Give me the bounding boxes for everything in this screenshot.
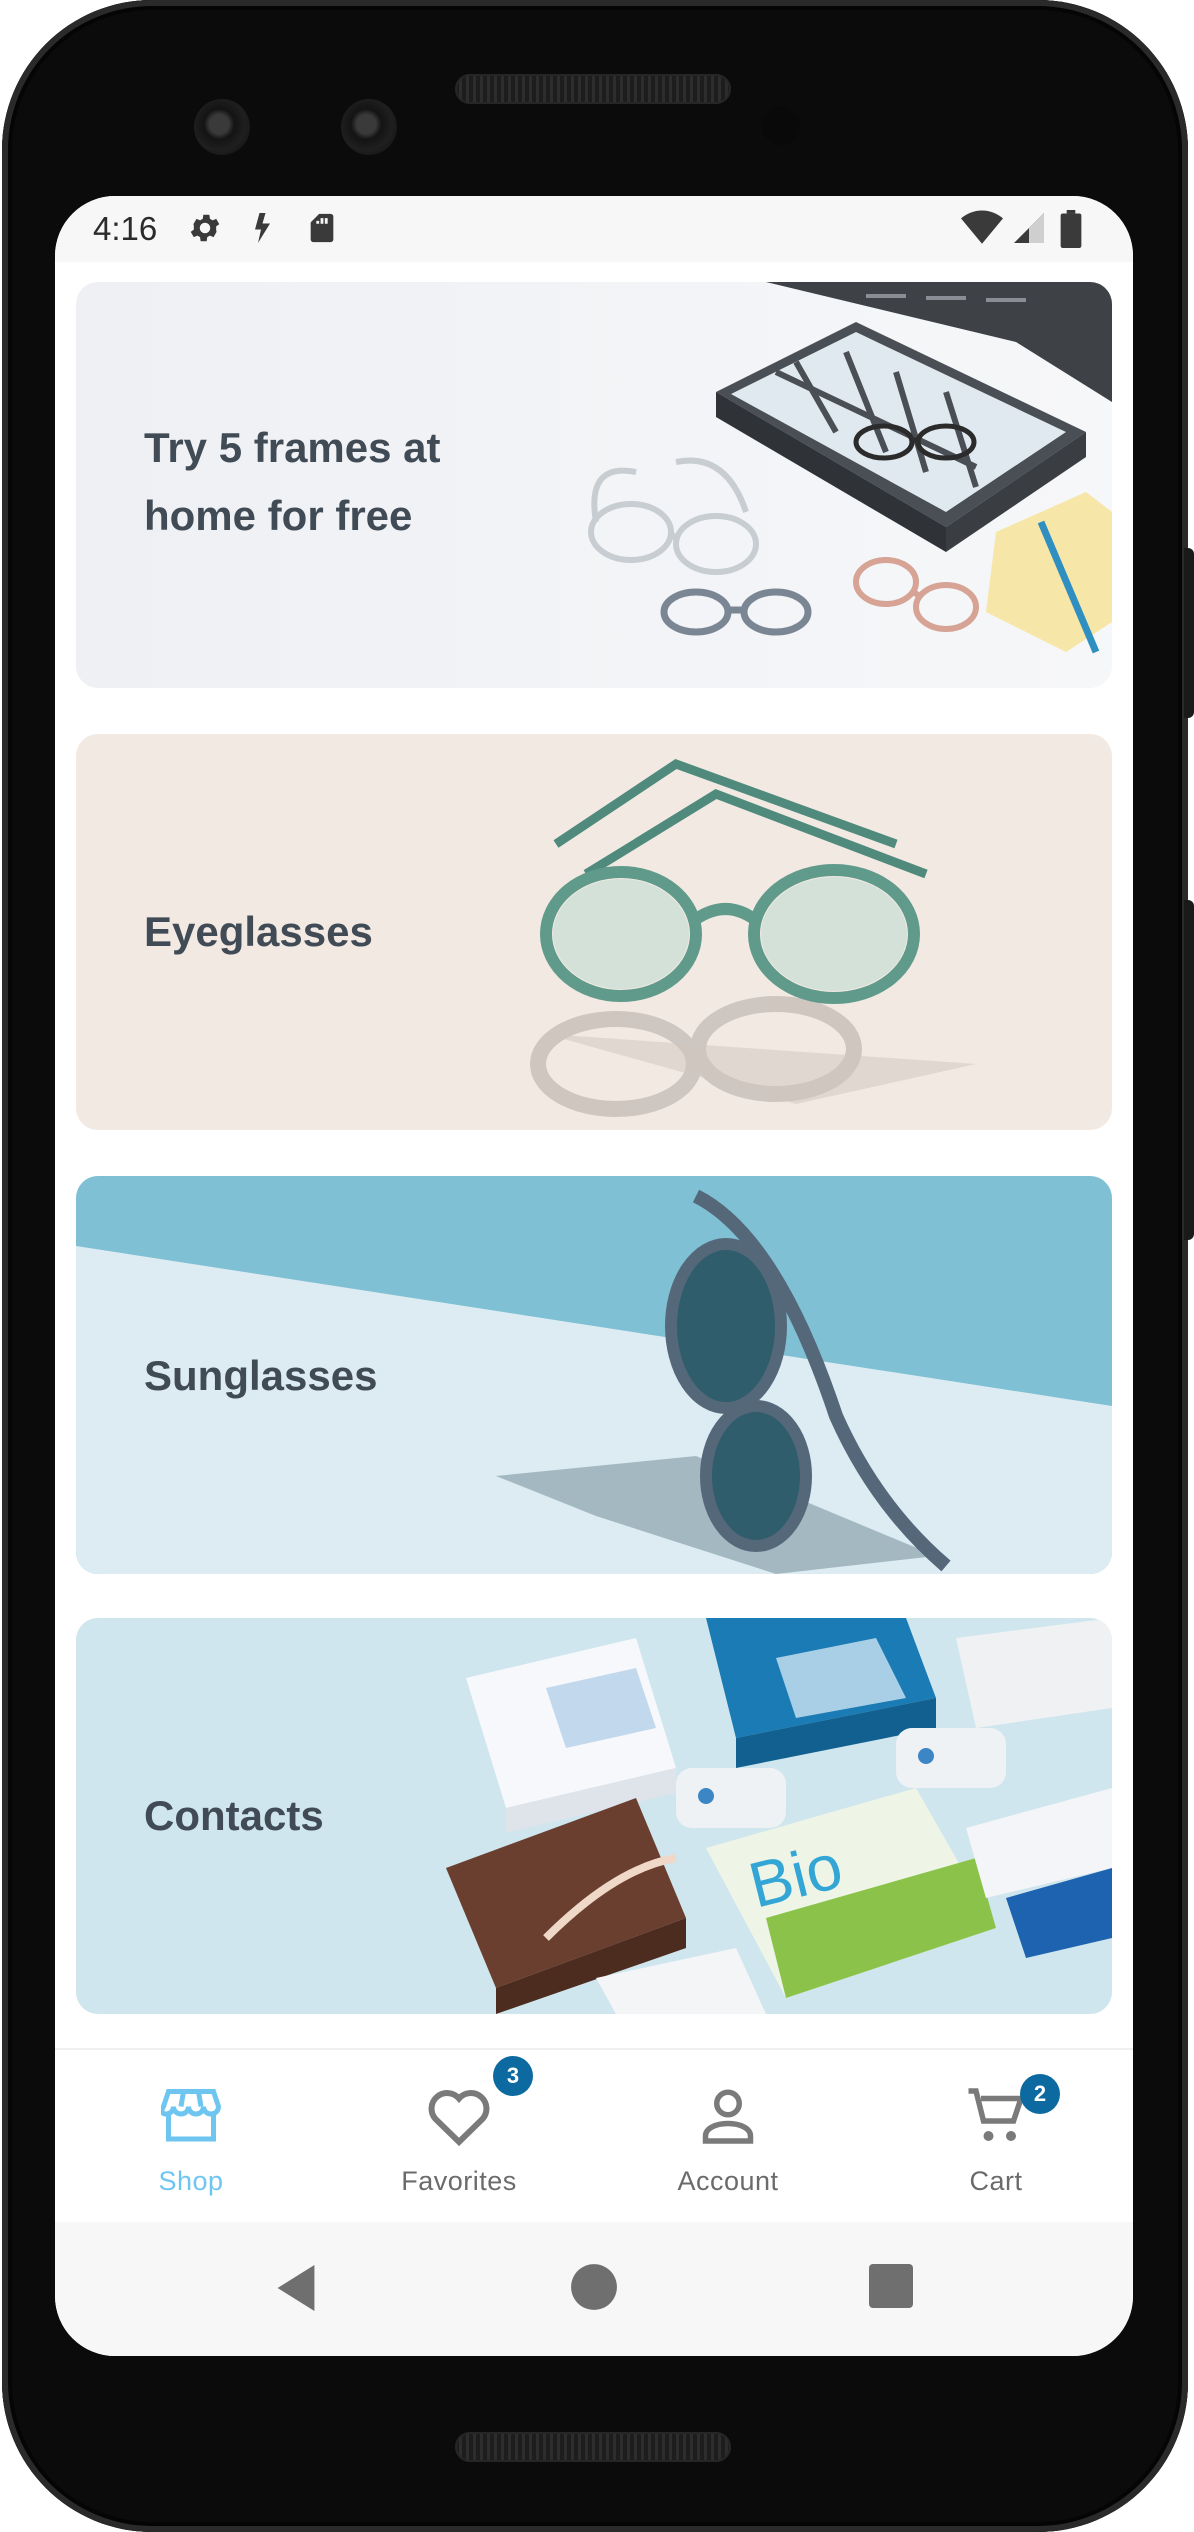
wifi-icon [961,210,1003,244]
favorites-badge: 3 [493,2056,533,2096]
status-bar: 4:16 [55,196,1133,262]
home-try-on-label-line2: home for free [144,492,413,539]
home-try-on-label-line1: Try 5 frames at [144,424,441,471]
nav-favorites[interactable]: 3 Favorites [359,2050,559,2222]
cart-icon [968,2088,1025,2141]
nav-favorites-label: Favorites [401,2166,517,2196]
home-try-on-label: Try 5 frames at home for free [144,414,441,550]
person-icon [702,2089,754,2144]
front-camera-icon [194,99,250,155]
nav-account-label: Account [677,2166,779,2196]
signal-icon [1014,213,1044,243]
eyeglasses-card[interactable]: Eyeglasses [76,734,1112,1130]
screen: 4:16 Try 5 frames at home for free Eyegl… [55,196,1133,2356]
contacts-label: Contacts [144,1792,324,1839]
home-try-on-card[interactable]: Try 5 frames at home for free [76,282,1112,688]
bottom-speaker [455,2432,731,2462]
volume-button [1184,900,1194,1240]
nav-shop[interactable]: Shop [91,2050,291,2222]
sunglasses-card[interactable]: Sunglasses [76,1176,1112,1574]
sd-card-icon [310,213,334,243]
bottom-navigation: Shop 3 Favorites Account 2 Cart [55,2048,1133,2222]
storefront-icon [161,2089,221,2142]
proximity-sensor-icon [762,107,800,145]
cart-badge: 2 [1020,2074,1060,2114]
assistant-icon [255,213,270,243]
top-speaker [455,74,731,104]
back-icon[interactable] [273,2258,319,2318]
eyeglasses-label: Eyeglasses [144,908,373,955]
status-time: 4:16 [93,210,158,247]
front-camera-2-icon [341,99,397,155]
recents-icon[interactable] [867,2262,915,2310]
contacts-card[interactable]: Bio Contacts [76,1618,1112,2014]
sunglasses-label: Sunglasses [144,1352,378,1399]
gear-icon [190,214,220,242]
nav-account[interactable]: Account [628,2050,828,2222]
heart-icon [428,2090,490,2146]
nav-shop-label: Shop [158,2166,224,2196]
home-icon[interactable] [569,2262,619,2312]
nav-cart-label: Cart [969,2166,1023,2196]
nav-cart[interactable]: 2 Cart [896,2050,1096,2222]
battery-icon [1060,210,1082,248]
category-list[interactable]: Try 5 frames at home for free Eyeglasses… [55,262,1133,2014]
system-navigation-bar [55,2222,1133,2356]
power-button [1184,548,1194,718]
phone-frame: 4:16 Try 5 frames at home for free Eyegl… [0,0,1194,2532]
